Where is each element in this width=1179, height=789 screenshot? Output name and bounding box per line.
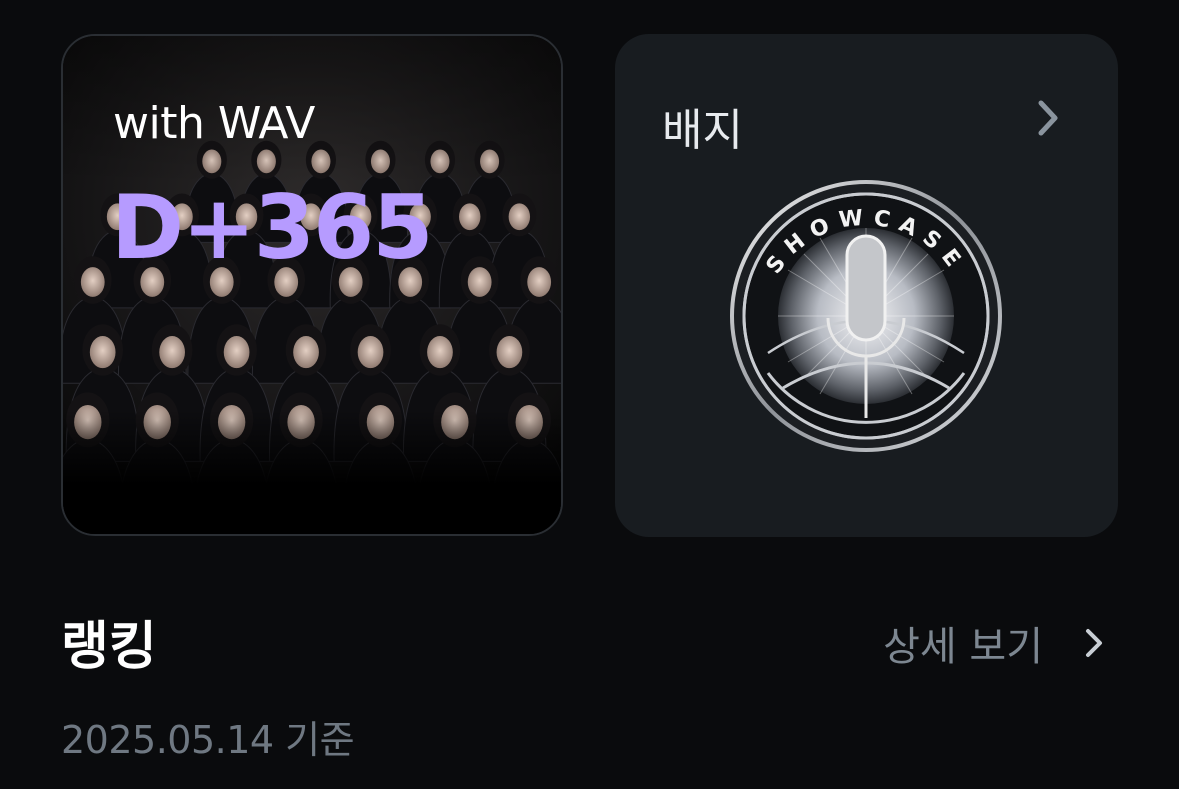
dday-card[interactable]: with WAV D+365 <box>61 34 563 536</box>
chevron-right-icon[interactable] <box>1033 98 1063 138</box>
ranking-title: 랭킹 <box>61 617 157 677</box>
dday-value: D+365 <box>111 176 433 279</box>
badge-card[interactable]: 배지 SHOWCASE <box>615 34 1118 537</box>
page: with WAV D+365 배지 SHOWCASE 랭킹 상세 보기 2025… <box>0 0 1179 789</box>
ranking-date: 2025.05.14 기준 <box>61 718 355 762</box>
showcase-badge-image: SHOWCASE <box>730 180 1002 452</box>
dday-subtitle: with WAV <box>113 98 315 149</box>
badge-card-title: 배지 <box>662 105 743 156</box>
ranking-detail-label: 상세 보기 <box>883 624 1043 670</box>
ranking-detail-link[interactable]: 상세 보기 <box>883 614 1107 672</box>
chevron-right-icon <box>1086 629 1102 657</box>
